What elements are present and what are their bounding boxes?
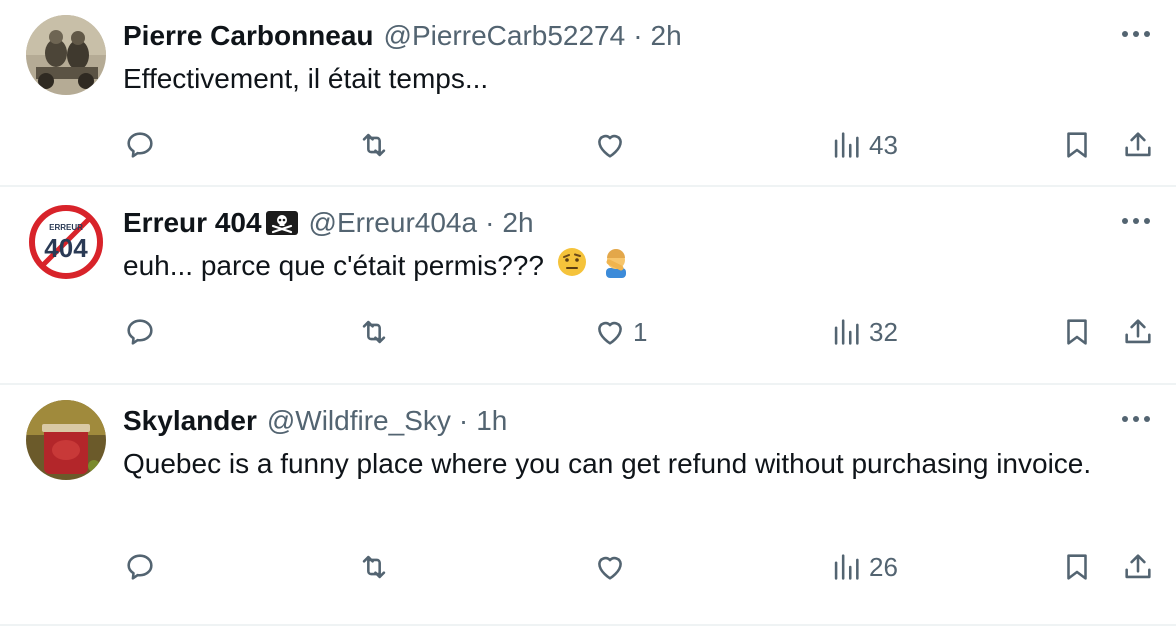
more-options-icon[interactable] <box>1118 407 1154 431</box>
reply-icon <box>127 132 153 158</box>
views-button[interactable]: 43 <box>829 123 898 167</box>
reply-button[interactable] <box>123 123 163 167</box>
avatar[interactable] <box>26 15 106 95</box>
bookmark-icon <box>1067 554 1087 580</box>
retweet-icon <box>362 555 386 579</box>
like-button[interactable] <box>593 123 633 167</box>
user-handle[interactable]: @Wildfire_Sky <box>267 405 451 437</box>
retweet-button[interactable] <box>357 310 397 354</box>
avatar-logo-main: 404 <box>44 233 88 263</box>
tweet[interactable]: Pierre Carbonneau @PierreCarb52274 · 2h … <box>0 0 1176 187</box>
share-icon <box>1125 319 1151 344</box>
share-icon <box>1125 132 1151 157</box>
avatar[interactable]: ERREUR 404 <box>26 202 106 282</box>
share-button[interactable] <box>1121 310 1155 354</box>
tweet-text: Quebec is a funny place where you can ge… <box>123 448 1092 479</box>
avatar[interactable] <box>26 400 106 480</box>
like-button[interactable] <box>593 545 633 589</box>
action-bar: 43 <box>123 123 1154 167</box>
reply-icon <box>127 554 153 580</box>
retweet-icon <box>362 320 386 344</box>
heart-icon <box>598 556 622 580</box>
bookmark-button[interactable] <box>1060 310 1094 354</box>
retweet-icon <box>362 133 386 157</box>
separator-dot: · <box>633 20 643 51</box>
share-button[interactable] <box>1121 545 1155 589</box>
user-handle[interactable]: @PierreCarb52274 <box>384 20 626 52</box>
tweet-text: Effectivement, il était temps... <box>123 63 489 94</box>
timestamp[interactable]: 2h <box>651 20 682 52</box>
action-bar: 26 <box>123 545 1154 589</box>
action-bar: 1 32 <box>123 310 1154 354</box>
tweet-text-container: euh... parce que c'était permis??? <box>123 245 1133 290</box>
display-name[interactable]: Skylander <box>123 405 257 437</box>
reply-icon <box>127 319 153 345</box>
person-facepalming-emoji-icon <box>600 246 632 290</box>
like-count: 1 <box>633 316 648 347</box>
views-chart-icon <box>834 132 859 158</box>
like-button[interactable]: 1 <box>593 310 647 354</box>
views-button[interactable]: 32 <box>829 310 898 354</box>
view-count: 32 <box>869 316 898 347</box>
bookmark-icon <box>1067 132 1087 158</box>
raised-eyebrow-emoji-icon <box>556 246 588 290</box>
reply-button[interactable] <box>123 310 163 354</box>
tweet-text: euh... parce que c'était permis??? <box>123 250 544 281</box>
share-button[interactable] <box>1121 123 1155 167</box>
view-count: 43 <box>869 129 898 160</box>
bookmark-button[interactable] <box>1060 545 1094 589</box>
bookmark-icon <box>1067 319 1087 345</box>
timestamp[interactable]: 2h <box>502 207 533 239</box>
retweet-button[interactable] <box>357 545 397 589</box>
timestamp[interactable]: 1h <box>476 405 507 437</box>
retweet-button[interactable] <box>357 123 397 167</box>
reply-button[interactable] <box>123 545 163 589</box>
more-options-icon[interactable] <box>1118 22 1154 46</box>
separator-dot: · <box>485 207 495 238</box>
view-count: 26 <box>869 551 898 582</box>
views-button[interactable]: 26 <box>829 545 898 589</box>
share-icon <box>1125 554 1151 579</box>
views-chart-icon <box>834 554 859 580</box>
tweet[interactable]: Skylander @Wildfire_Sky · 1h Quebec is a… <box>0 385 1176 626</box>
tweet[interactable]: ERREUR 404 Erreur 404 @Erreur404a · 2h e… <box>0 187 1176 385</box>
display-name[interactable]: Pierre Carbonneau <box>123 20 374 52</box>
more-options-icon[interactable] <box>1118 209 1154 233</box>
heart-icon <box>598 321 622 345</box>
bookmark-button[interactable] <box>1060 123 1094 167</box>
views-chart-icon <box>834 319 859 345</box>
user-handle[interactable]: @Erreur404a <box>309 207 478 239</box>
separator-dot: · <box>458 405 469 436</box>
display-name[interactable]: Erreur 404 <box>123 207 262 239</box>
avatar-logo-top: ERREUR <box>49 223 83 232</box>
heart-icon <box>598 134 622 158</box>
skull-crossbones-flag-icon <box>265 210 299 236</box>
